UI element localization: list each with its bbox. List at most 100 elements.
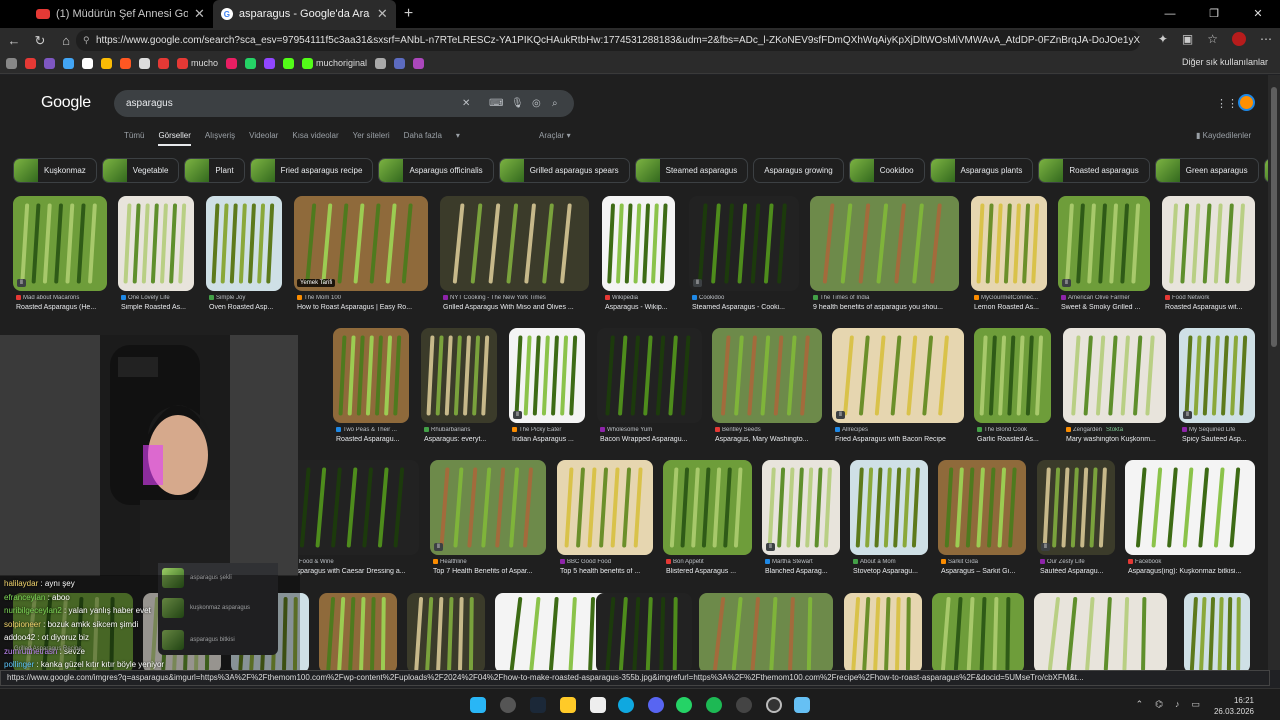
result-thumbnail[interactable]: Ⅱ	[689, 196, 799, 291]
steam-icon[interactable]	[530, 697, 546, 713]
result-title[interactable]: Asparagus – Sarkit Gı...	[941, 568, 1035, 575]
image-result[interactable]	[557, 460, 653, 555]
home-button[interactable]: ⌂	[54, 33, 78, 48]
result-thumbnail[interactable]	[971, 196, 1047, 291]
result-title[interactable]: Grilled Asparagus With Miso and Olives .…	[443, 304, 598, 311]
new-tab-button[interactable]: +	[404, 5, 413, 23]
microphone-icon[interactable]: 🎙	[511, 90, 524, 117]
result-title[interactable]: Top 7 Health Benefits of Aspar...	[433, 568, 555, 575]
image-result[interactable]	[1184, 593, 1250, 670]
favorites-icon[interactable]: ☆	[1207, 32, 1218, 46]
site-info-icon[interactable]: ⚲	[83, 30, 90, 51]
image-result[interactable]	[333, 328, 409, 423]
result-source[interactable]: Food Network	[1165, 295, 1262, 301]
image-result[interactable]	[844, 593, 922, 670]
image-result[interactable]	[602, 196, 675, 291]
result-title[interactable]: Oven Roasted Asp...	[209, 304, 291, 311]
result-title[interactable]: Mary washington Kuşkonm...	[1066, 436, 1175, 443]
tab-videos[interactable]: Videolar	[249, 131, 278, 140]
image-result[interactable]	[699, 593, 833, 670]
bookmark-icon[interactable]	[394, 57, 406, 69]
result-thumbnail[interactable]	[932, 593, 1024, 670]
bookmark-icon[interactable]	[6, 57, 17, 69]
result-thumbnail[interactable]	[1063, 328, 1166, 423]
search-box[interactable]: asparagus ✕ ⌨ 🎙 ◎ ⌕	[114, 90, 574, 117]
app-icon[interactable]	[766, 697, 782, 713]
result-thumbnail[interactable]: Ⅱ	[1058, 196, 1150, 291]
result-title[interactable]: Blistered Asparagus ...	[666, 568, 761, 575]
result-thumbnail[interactable]	[844, 593, 922, 670]
result-title[interactable]: Asparagus, Mary Washingto...	[715, 436, 831, 443]
result-title[interactable]: Top 5 health benefits of ...	[560, 568, 662, 575]
result-source[interactable]: Wikipedia	[605, 295, 682, 301]
close-icon[interactable]: ✕	[377, 6, 388, 22]
image-result[interactable]	[440, 196, 589, 291]
keyboard-icon[interactable]: ⌨	[489, 90, 503, 117]
minimize-button[interactable]: —	[1148, 0, 1192, 28]
result-source[interactable]: Bentley Seeds	[715, 427, 829, 433]
result-source[interactable]: Healthline	[433, 559, 553, 565]
image-result[interactable]	[810, 196, 959, 291]
image-result[interactable]	[289, 460, 419, 555]
result-source[interactable]: My Sequined Life	[1182, 427, 1262, 433]
result-thumbnail[interactable]	[319, 593, 397, 670]
refinement-chip[interactable]: Vegetable	[101, 158, 180, 183]
page-scrollbar[interactable]	[1268, 75, 1280, 670]
discord-icon[interactable]	[648, 697, 664, 713]
result-title[interactable]: Sautéed Asparagu...	[1040, 568, 1124, 575]
image-result[interactable]: Ⅱ	[762, 460, 840, 555]
result-source[interactable]: Sarkit Gıda	[941, 559, 1033, 565]
result-thumbnail[interactable]	[597, 328, 702, 423]
store-icon[interactable]	[590, 697, 606, 713]
tab-youtube[interactable]: (1) Müdürün Şef Annesi Gordon R ✕	[28, 0, 213, 28]
image-result[interactable]: Ⅱ	[832, 328, 964, 423]
result-title[interactable]: Fried Asparagus with Bacon Recipe	[835, 436, 973, 443]
result-title[interactable]: Indian Asparagus ...	[512, 436, 594, 443]
image-result[interactable]: Ⅱ	[1179, 328, 1255, 423]
result-title[interactable]: Spicy Sauteed Asp...	[1182, 436, 1264, 443]
result-source[interactable]: About a Mom	[853, 559, 935, 565]
result-thumbnail[interactable]: Ⅱ	[1037, 460, 1115, 555]
result-title[interactable]: Bacon Wrapped Asparagu...	[600, 436, 711, 443]
image-result[interactable]: Ⅱ	[430, 460, 546, 555]
result-source[interactable]: BBC Good Food	[560, 559, 660, 565]
result-source[interactable]: Mad about Macarons	[16, 295, 114, 301]
result-title[interactable]: Asparagus(ing): Kuşkonmaz bitkisi...	[1128, 568, 1264, 575]
avatar[interactable]	[1238, 94, 1255, 111]
result-source[interactable]: Simple Joy	[209, 295, 289, 301]
result-title[interactable]: Sweet & Smoky Grilled ...	[1061, 304, 1159, 311]
image-result[interactable]: Ⅱ	[1058, 196, 1150, 291]
image-result[interactable]	[319, 593, 397, 670]
start-icon[interactable]	[470, 697, 486, 713]
result-title[interactable]: Steamed Asparagus - Cooki...	[692, 304, 808, 311]
volume-icon[interactable]: ♪	[1175, 699, 1180, 710]
close-icon[interactable]: ✕	[194, 6, 205, 22]
image-result[interactable]	[1034, 593, 1167, 670]
image-result[interactable]: Ⅱ	[509, 328, 585, 423]
result-source[interactable]: Allrecipes	[835, 427, 971, 433]
image-result[interactable]	[971, 196, 1047, 291]
network-icon[interactable]: ⌬	[1155, 699, 1163, 710]
result-thumbnail[interactable]	[333, 328, 409, 423]
app-icon[interactable]	[794, 697, 810, 713]
result-thumbnail[interactable]	[596, 593, 692, 670]
result-thumbnail[interactable]	[1034, 593, 1167, 670]
reddit-icon[interactable]	[120, 57, 131, 69]
result-title[interactable]: Asparagus: everyt...	[424, 436, 506, 443]
result-thumbnail[interactable]	[810, 196, 959, 291]
result-thumbnail[interactable]	[974, 328, 1051, 423]
result-source[interactable]: American Olive Farmer	[1061, 295, 1157, 301]
refinement-chip[interactable]: Asparagus officinalis	[378, 158, 494, 183]
refinement-chip[interactable]: Grilled asparagus spears	[498, 158, 630, 183]
result-source[interactable]: Food & Wine	[292, 559, 426, 565]
image-result[interactable]	[938, 460, 1026, 555]
refinement-chip[interactable]: Steamed asparagus	[634, 158, 749, 183]
twitch-icon[interactable]	[264, 57, 276, 69]
image-result[interactable]	[421, 328, 497, 423]
tab-more[interactable]: Daha fazla	[404, 131, 442, 140]
result-thumbnail[interactable]: Ⅱ	[13, 196, 107, 291]
bookmark-icon[interactable]	[63, 57, 74, 69]
image-result[interactable]	[974, 328, 1051, 423]
search-icon[interactable]	[500, 697, 516, 713]
tab-places[interactable]: Yer siteleri	[353, 131, 390, 140]
